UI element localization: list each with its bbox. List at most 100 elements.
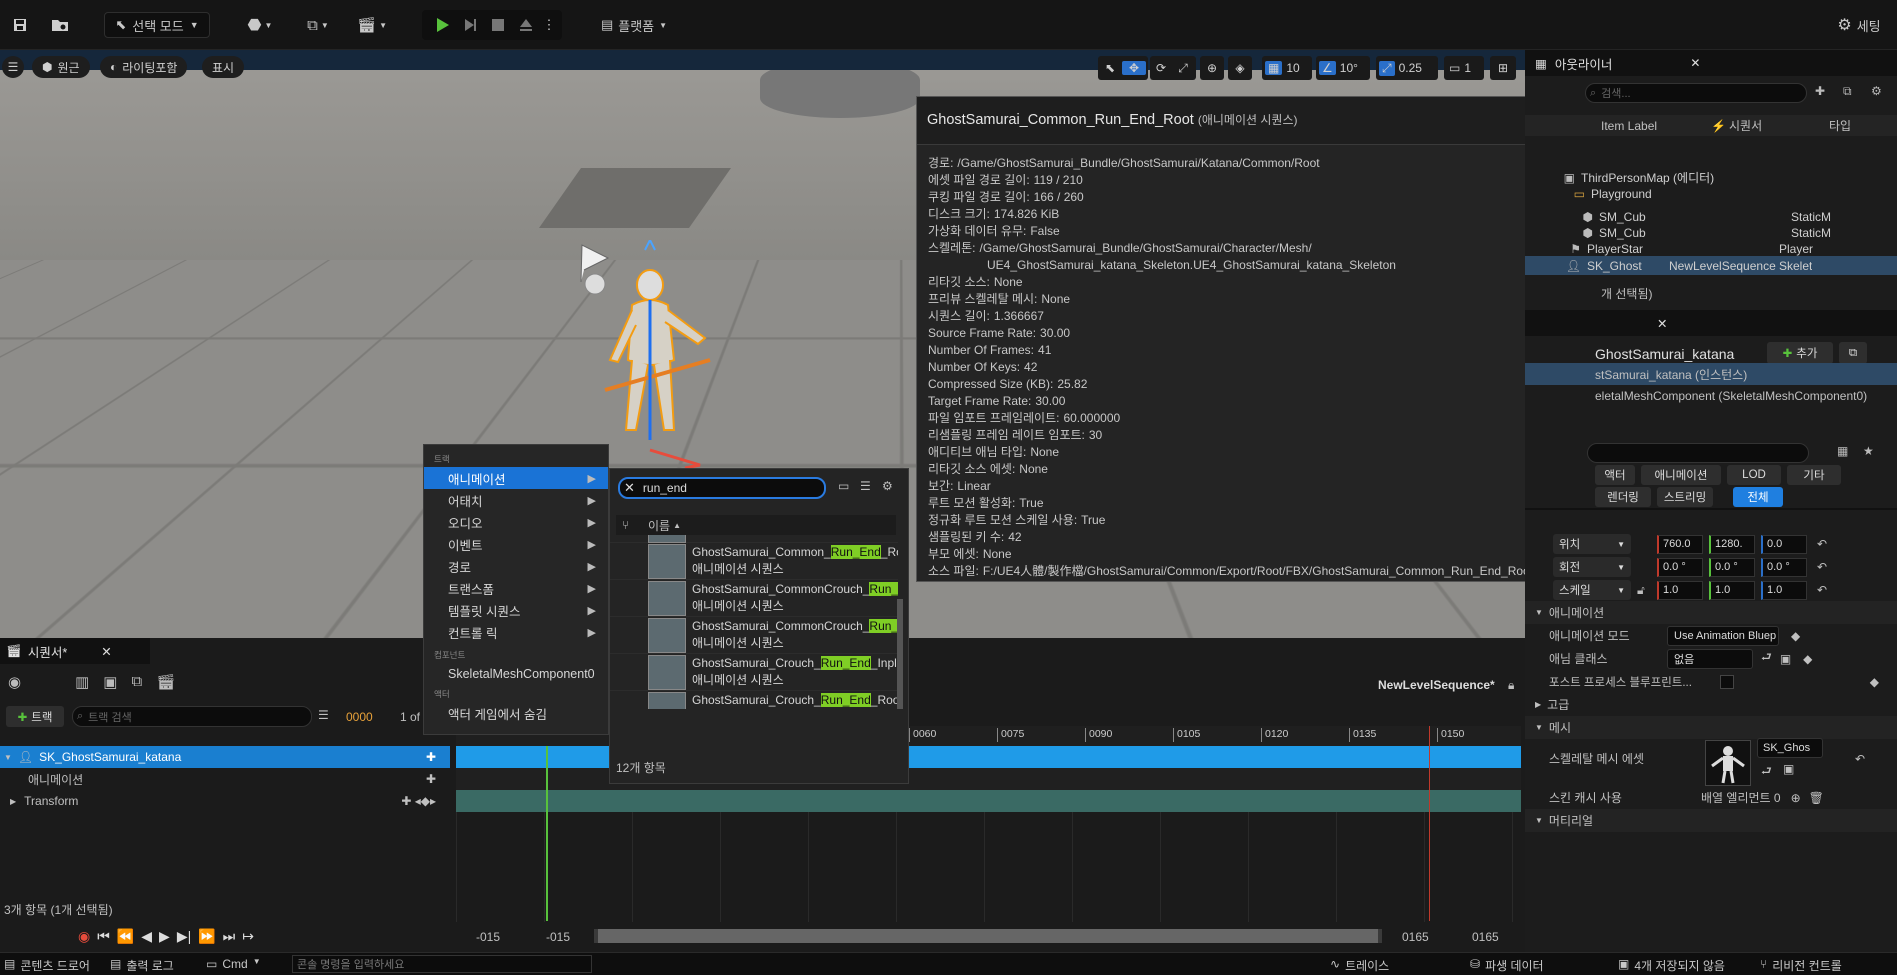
lock-icon[interactable]: 🔓︎ [1637,583,1651,598]
outliner-row[interactable]: 👤︎ SK_Ghost NewLevelSequence Skelet [1525,256,1897,275]
skel-mesh-dropdown[interactable]: SK_Ghos [1757,738,1823,758]
console-input[interactable]: 콘솔 명령을 입력하세요 [292,955,592,973]
add-track-button[interactable]: ✚ 트랙 [6,706,64,727]
layout-icon[interactable]: ⊞ [1490,56,1516,80]
filter-tab[interactable]: 액터 [1595,465,1635,485]
scale-snap-toggle[interactable]: ⤢ 0.25 [1376,56,1438,80]
folder-icon[interactable]: ▭ [838,479,849,493]
filter-tab[interactable]: 스트리밍 [1657,487,1713,507]
asset-row[interactable]: GhostSamurai_Common_Run_End_Ro 애니메이션 시퀀스 [610,543,898,580]
settings-icon[interactable]: ⚙ [882,479,893,493]
hamburger-menu-icon[interactable]: ☰ [2,56,24,78]
reset-icon[interactable]: ↶ [1817,583,1827,597]
menu-item[interactable]: 오디오 ▶ [424,511,608,533]
settings-icon[interactable]: ⚙ [1871,84,1882,98]
filter-options-icon[interactable]: ⧉ [1843,84,1852,99]
table-view-icon[interactable]: ▦ [1837,444,1848,458]
next-key-icon[interactable]: ⏩ [198,928,215,945]
mode-select-dropdown[interactable]: ⬉ 선택 모드 ▼ [104,12,210,38]
revision-control-button[interactable]: ⑂ 리비전 컨트롤 [1760,957,1842,974]
skel-mesh-thumbnail[interactable] [1705,740,1751,786]
mesh-section-header[interactable]: ▼ 메시 [1525,716,1897,739]
sequencer-tab[interactable]: 🎬︎ 시퀀서* ✕ [0,638,150,664]
reset-icon[interactable]: ↶ [1817,560,1827,574]
derived-data-button[interactable]: ⛁ 파생 데이터 [1470,957,1544,974]
component-row[interactable]: eletalMeshComponent (SkeletalMeshCompone… [1525,385,1897,407]
asset-row-partial[interactable] [610,535,898,543]
playback-end-marker[interactable] [1429,726,1430,921]
timeline-scrollbar[interactable] [594,929,1382,943]
filter-tab[interactable]: 렌더링 [1595,487,1651,507]
close-icon[interactable]: ✕ [1690,56,1700,70]
menu-item-hide-actor[interactable]: 액터 게임에서 숨김 [424,702,608,724]
close-icon[interactable]: ✕ [1657,316,1667,331]
prev-frame-icon[interactable]: ◀ [141,928,152,945]
filter-tab[interactable]: 전체 [1733,487,1783,507]
browse-icon[interactable]: ▣ [1783,762,1794,776]
menu-item[interactable]: 어태치 ▶ [424,489,608,511]
track-search-input[interactable]: ⌕ 트랙 검색 [72,706,312,727]
save-icon[interactable] [8,12,32,38]
star-icon[interactable]: ★ [1863,444,1874,458]
view-range-end[interactable]: 0165 [1402,930,1429,944]
move-tool-icon[interactable]: ✥ [1122,61,1146,75]
material-section-header[interactable]: ▼ 머티리얼 [1525,809,1897,832]
menu-item[interactable]: 경로 ▶ [424,555,608,577]
transform-type-dropdown[interactable]: 위치 ▼ [1553,534,1631,554]
advanced-row[interactable]: ▶ 고급 [1525,693,1897,716]
play-icon[interactable]: ▶ [159,928,170,945]
transform-value-field[interactable]: 760.0 [1657,534,1703,554]
filter-icon[interactable]: ☰ [318,708,329,722]
menu-item[interactable]: 이벤트 ▶ [424,533,608,555]
filter-icon[interactable]: ☰ [860,479,871,493]
camera-cut-icon[interactable]: ⧉ [131,673,142,691]
transform-value-field[interactable]: 0.0 ° [1761,557,1807,577]
transform-value-field[interactable]: 1.0 [1709,580,1755,600]
camera-speed-button[interactable]: ▭ 1 [1444,56,1484,80]
transform-track-bar[interactable] [456,790,1521,812]
asset-row[interactable]: GhostSamurai_Crouch_Run_End_Roo애니메이션 시퀀스 [610,691,898,709]
track-row-actor[interactable]: ▼ 👤︎ SK_GhostSamurai_katana ✚ [0,746,450,768]
filter-tab[interactable]: 애니메이션 [1641,465,1721,485]
film-icon[interactable]: ▥ [75,673,89,691]
col-item-label[interactable]: Item Label [1601,119,1711,133]
use-selected-icon[interactable]: ⮐ [1761,648,1772,669]
render-icon[interactable]: ▣ [103,673,117,691]
asset-row[interactable]: GhostSamurai_CommonCrouch_Run_ 애니메이션 시퀀스 [610,580,898,617]
add-filter-icon[interactable]: ✚ [1815,84,1825,98]
grid-snap-toggle[interactable]: ▦ 10 [1262,56,1312,80]
jump-end-icon[interactable]: ⏭ [223,928,236,945]
track-row-transform[interactable]: ▶ Transform ✚ ◂◆▸ [0,790,450,812]
cmd-dropdown[interactable]: ▭ Cmd ▼ [206,957,261,971]
browse-icon[interactable]: ▣ [1780,652,1791,666]
asset-row[interactable]: GhostSamurai_CommonCrouch_Run_ 애니메이션 시퀀스 [610,617,898,654]
use-selected-icon[interactable]: ⮐ [1761,762,1772,783]
blueprint-convert-icon[interactable]: ⧉ [1839,342,1867,364]
asset-row[interactable]: GhostSamurai_Crouch_Run_End_Inpl 애니메이션 시퀀… [610,654,898,691]
reset-icon[interactable]: ◆ [1791,629,1800,643]
menu-item-component[interactable]: SkeletalMeshComponent0 [424,663,608,685]
prev-key-icon[interactable]: ⏪ [117,928,134,945]
add-actor-button[interactable]: ⬣ ▼ [240,12,280,38]
surface-snap-icon[interactable]: ◈ [1228,56,1252,80]
instance-row[interactable]: stSamurai_katana (인스턴스) [1525,363,1897,385]
transform-type-dropdown[interactable]: 회전 ▼ [1553,557,1631,577]
transform-value-field[interactable]: 1280. [1709,534,1755,554]
loop-icon[interactable]: ↦ [242,928,254,945]
details-tab[interactable]: ✕ [1525,310,1897,336]
record-icon[interactable]: ◉ [78,928,90,945]
outliner-row[interactable]: ▭ Playground [1525,184,1897,203]
current-frame[interactable]: 0000 [346,710,373,724]
add-key-icon[interactable]: ✚ ◂◆▸ [401,794,436,808]
stop-icon[interactable] [486,12,510,38]
play-icon[interactable] [430,12,454,38]
anim-class-dropdown[interactable]: 없음 [1667,648,1753,669]
select-tool-icon[interactable]: ⬉ [1098,61,1122,75]
platforms-dropdown[interactable]: ▤ 플랫폼 ▼ [594,12,674,38]
anim-mode-dropdown[interactable]: Use Animation Bluep [1667,625,1779,646]
column-name[interactable]: 이름 [648,517,670,534]
more-options-icon[interactable]: ⋮ [542,12,556,38]
playback-start-marker[interactable] [546,746,548,921]
asset-list-scrollbar[interactable] [897,599,903,709]
timeline-area[interactable] [456,812,1521,922]
